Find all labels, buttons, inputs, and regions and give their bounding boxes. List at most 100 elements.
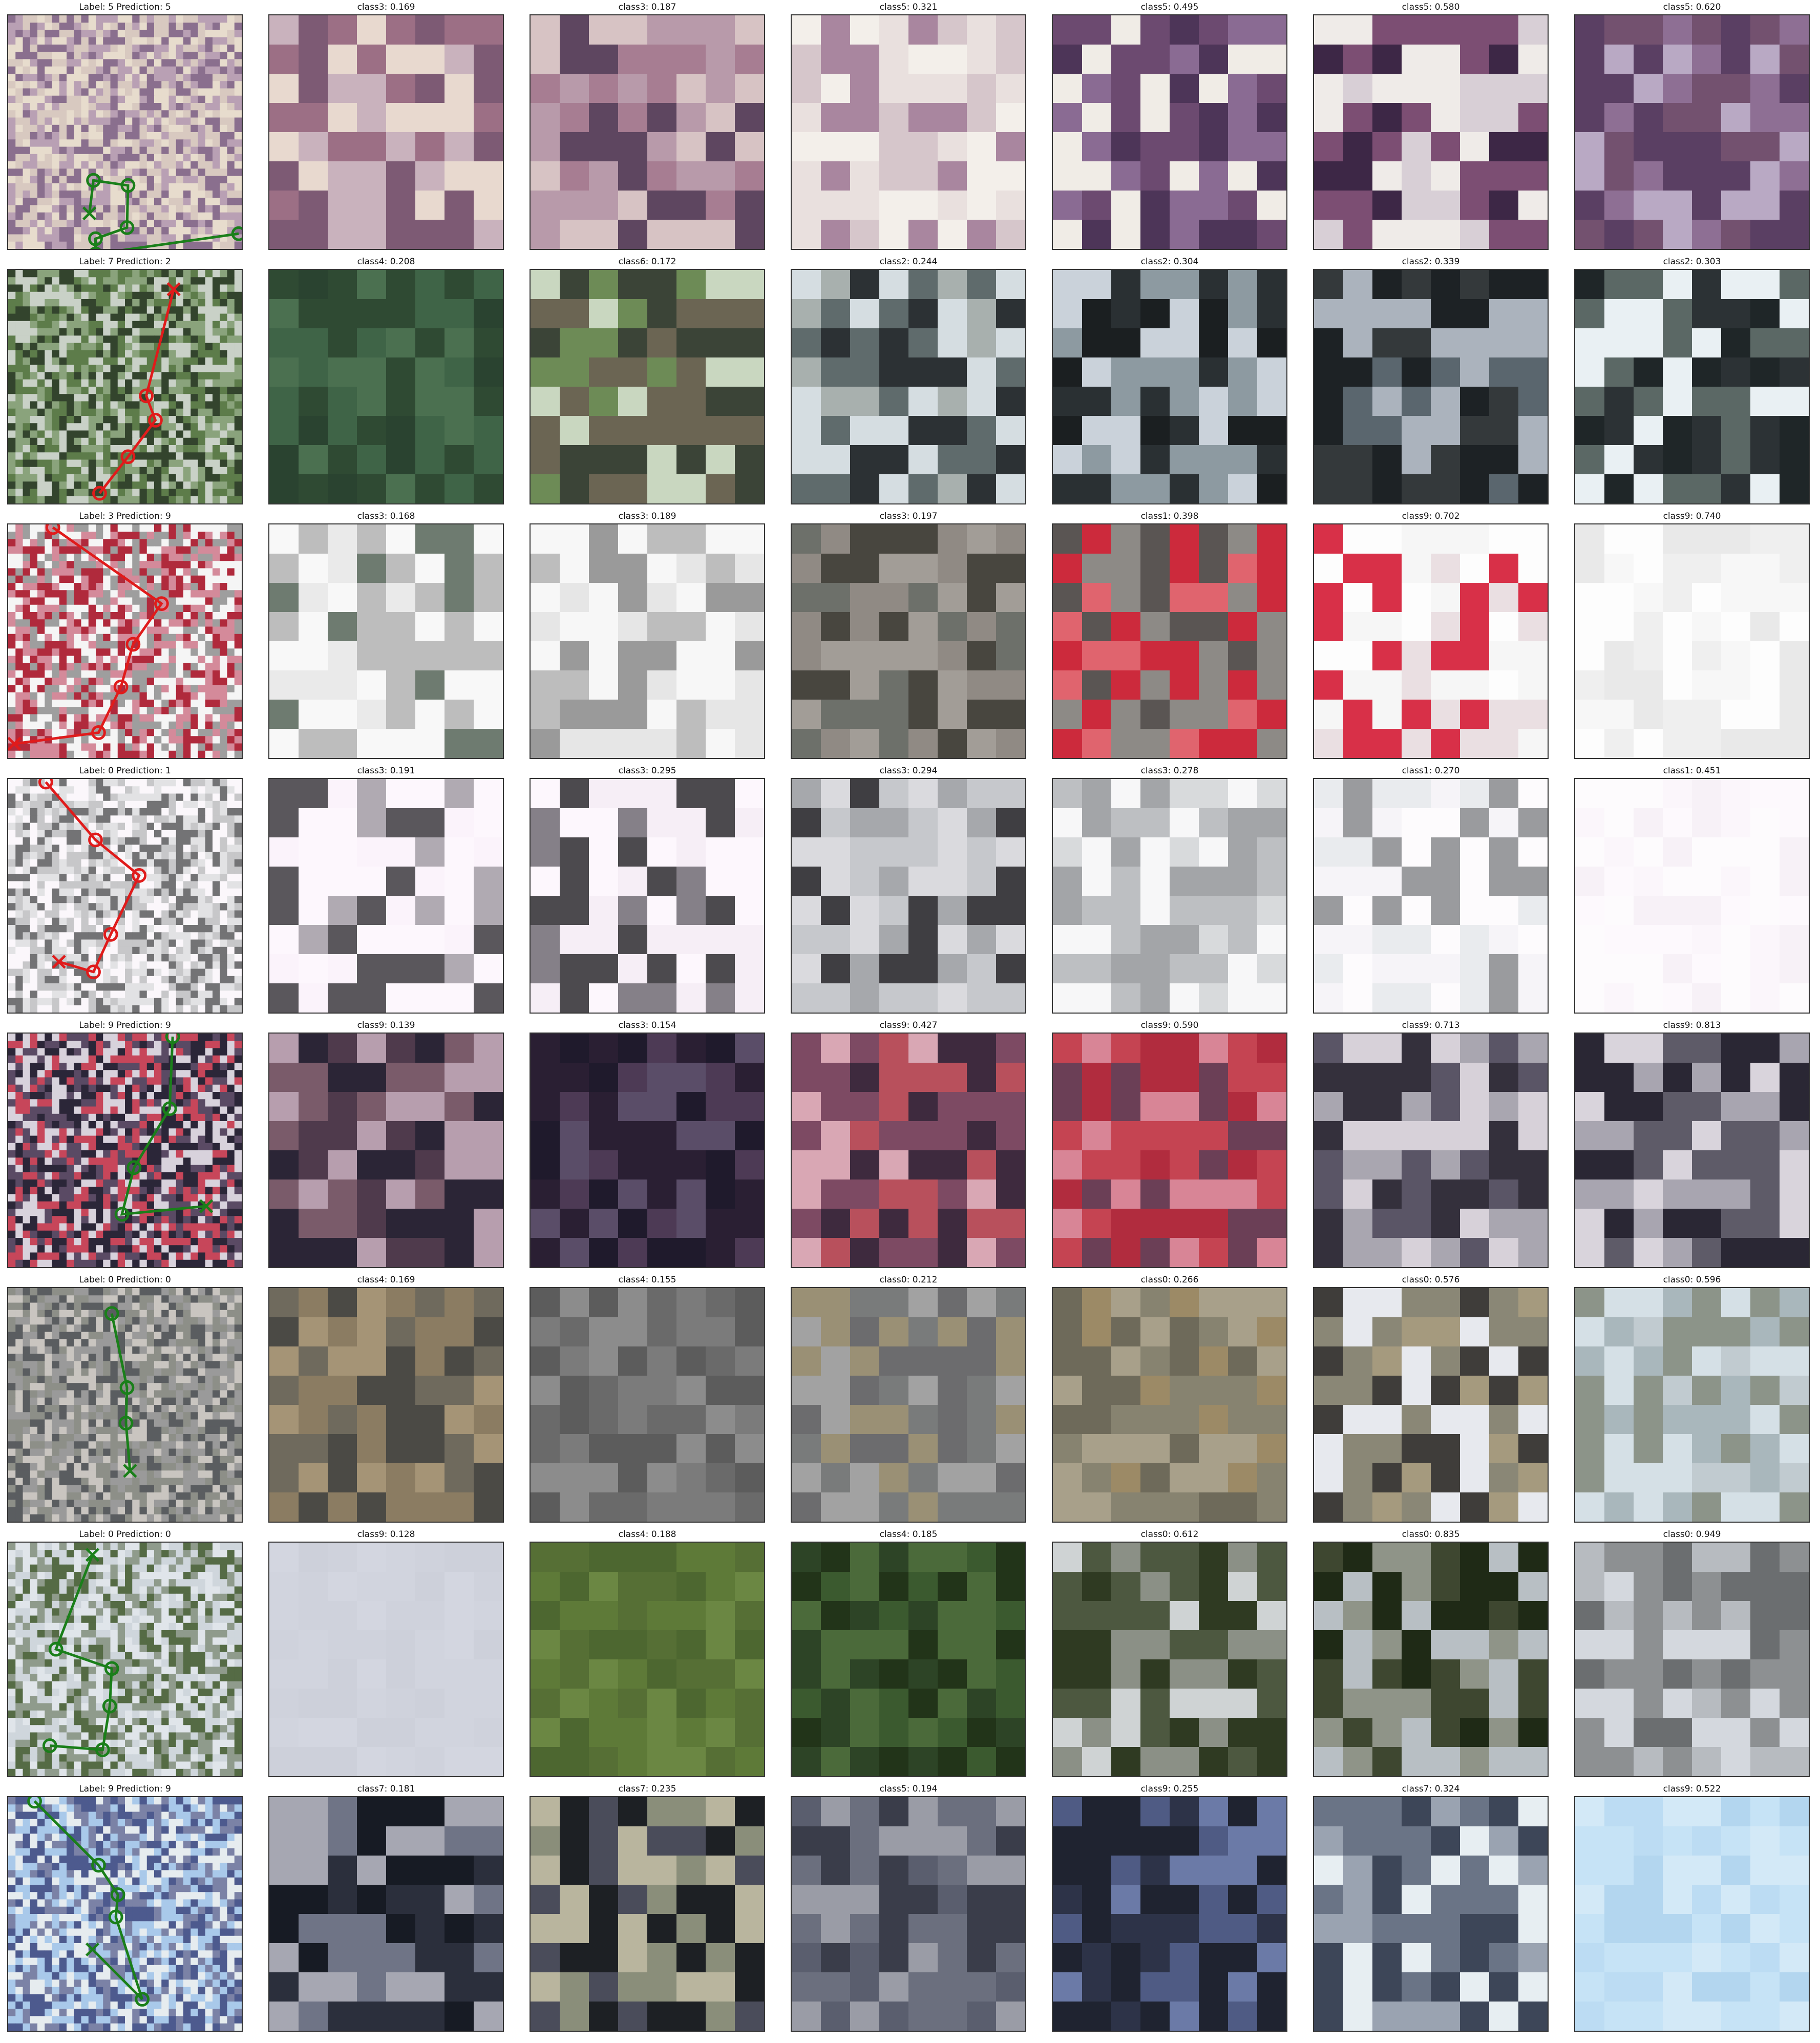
patch-pixel <box>191 859 199 867</box>
patch-pixel <box>67 132 74 140</box>
patch-pixel <box>30 524 38 532</box>
patch-pixel <box>1460 387 1490 416</box>
patch-pixel <box>183 59 191 67</box>
patch-pixel <box>15 88 24 96</box>
patch-pixel <box>205 489 213 497</box>
patch-pixel <box>146 823 155 831</box>
patch-pixel <box>132 837 140 845</box>
patch-pixel <box>220 103 228 111</box>
patch-pixel <box>8 626 16 635</box>
patch-pixel <box>220 350 228 358</box>
patch-pixel <box>154 700 162 707</box>
patch-pixel <box>52 291 60 300</box>
patch-pixel <box>146 678 155 686</box>
patch-pixel <box>735 554 764 583</box>
patch-pixel <box>23 154 31 162</box>
patch-pixel <box>88 590 96 598</box>
patch-pixel <box>205 729 213 736</box>
patch-pixel <box>1750 445 1780 475</box>
patch-pixel <box>357 670 387 700</box>
patch-pixel <box>74 401 82 409</box>
patch-pixel <box>45 575 53 583</box>
patch-pixel <box>1721 445 1751 475</box>
patch-pixel <box>589 583 619 613</box>
patch-pixel <box>139 306 147 314</box>
patch-pixel <box>1402 45 1431 74</box>
patch-pixel <box>676 670 706 700</box>
patch-pixel <box>183 910 191 918</box>
patch-pixel <box>1053 132 1083 162</box>
patch-pixel <box>1431 729 1461 758</box>
patch-pixel <box>154 394 162 402</box>
patch-pixel <box>445 612 474 642</box>
patch-pixel <box>1489 387 1519 416</box>
patch-pixel <box>81 888 89 896</box>
patch-pixel <box>8 139 16 148</box>
patch-pixel <box>59 634 67 642</box>
patch-pixel <box>81 852 89 860</box>
patch-pixel <box>52 678 60 686</box>
patch-pixel <box>328 132 357 162</box>
patch-pixel <box>139 910 147 918</box>
patch-pixel <box>103 743 111 751</box>
patch-pixel <box>81 481 89 490</box>
patch-pixel <box>125 306 133 314</box>
patch-pixel <box>176 532 184 540</box>
patch-pixel <box>81 743 89 751</box>
patch-pixel <box>198 590 206 598</box>
patch-pixel <box>299 416 328 446</box>
patch-pixel <box>234 692 242 700</box>
patch-pixel <box>269 270 299 300</box>
patch-pixel <box>967 15 997 45</box>
patch-pixel <box>474 612 503 642</box>
patch-pixel <box>96 743 103 751</box>
patch-pixel <box>191 685 199 693</box>
patch-title: class3: 0.197 <box>879 511 938 521</box>
patch-pixel <box>132 110 140 118</box>
patch-title: class9: 0.740 <box>1663 511 1721 521</box>
patch-pixel <box>220 452 228 460</box>
patch-pixel <box>30 37 38 45</box>
patch-pixel <box>234 859 242 867</box>
patch-pixel <box>161 88 170 96</box>
patch-pixel <box>1460 161 1490 191</box>
patch-pixel <box>198 81 206 89</box>
patch-pixel <box>176 830 184 838</box>
patch-pixel <box>81 45 89 52</box>
patch-pixel <box>132 852 140 860</box>
patch-pixel <box>176 612 184 620</box>
patch-pixel <box>52 859 60 867</box>
patch-pixel <box>154 191 162 198</box>
patch-pixel <box>88 910 96 918</box>
patch-pixel <box>1721 191 1751 220</box>
patch-pixel <box>81 896 89 903</box>
patch-pixel <box>125 335 133 344</box>
patch-pixel <box>938 357 967 387</box>
patch-pixel <box>146 801 155 809</box>
patch-pixel <box>176 823 184 831</box>
patch-pixel <box>125 845 133 853</box>
patch-pixel <box>205 452 213 460</box>
patch-pixel <box>176 227 184 235</box>
patch-pixel <box>110 489 118 497</box>
patch-pixel <box>1343 299 1373 329</box>
patch-pixel <box>81 692 89 700</box>
patch-pixel <box>132 845 140 853</box>
patch-pixel <box>161 612 170 620</box>
patch-pixel <box>234 604 242 613</box>
patch-pixel <box>8 437 16 446</box>
patch-pixel <box>234 489 242 497</box>
patch-pixel <box>1604 612 1634 642</box>
patch-pixel <box>8 103 16 111</box>
patch-pixel <box>52 169 60 177</box>
patch-pixel <box>154 481 162 490</box>
patch-pixel <box>183 372 191 380</box>
patch-pixel <box>176 299 184 307</box>
patch-pixel <box>110 634 118 642</box>
patch-pixel <box>205 590 213 598</box>
patch-pixel <box>161 212 170 220</box>
patch-pixel <box>328 161 357 191</box>
patch-pixel <box>154 124 162 133</box>
patch-pixel <box>183 445 191 453</box>
patch-pixel <box>37 648 45 657</box>
